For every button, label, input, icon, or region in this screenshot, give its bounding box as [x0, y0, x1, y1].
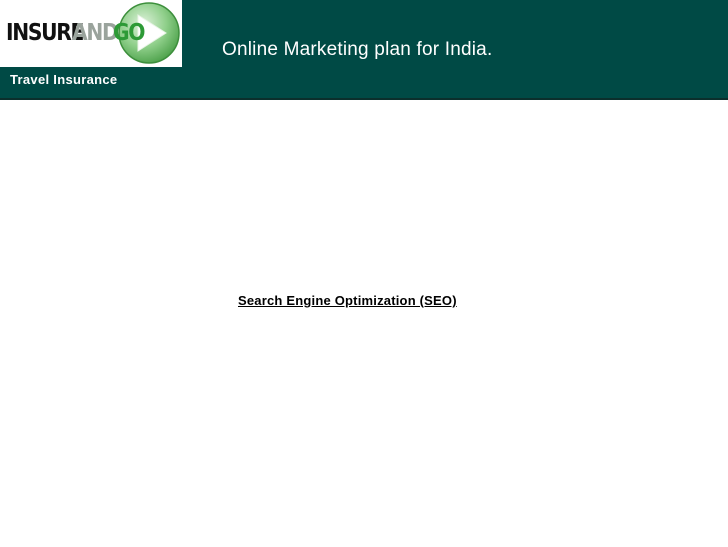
logo-text-go: GO: [113, 20, 146, 46]
seo-heading: Search Engine Optimization (SEO): [238, 293, 457, 308]
logo-text-and: AND: [72, 20, 119, 46]
tagline: Travel Insurance: [10, 72, 118, 87]
slide-title: Online Marketing plan for India.: [222, 39, 493, 60]
slide-header: INSURE AND GO Travel Insurance Online Ma…: [0, 0, 728, 100]
insureandgo-logo: INSURE AND GO: [0, 0, 182, 67]
header-divider: [0, 98, 728, 100]
